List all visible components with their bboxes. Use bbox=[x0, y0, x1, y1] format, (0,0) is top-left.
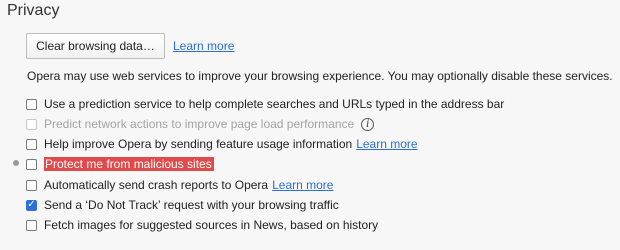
bullet-marker bbox=[13, 160, 19, 166]
option-predict-network-actions: Predict network actions to improve page … bbox=[26, 115, 375, 133]
crash-reports-checkbox[interactable] bbox=[26, 179, 37, 191]
privacy-description: Opera may use web services to improve yo… bbox=[27, 69, 613, 83]
option-malicious-sites[interactable]: Protect me from malicious sites bbox=[26, 155, 214, 173]
privacy-settings-page: Privacy Clear browsing data… Learn more … bbox=[0, 0, 620, 250]
option-label: Help improve Opera by sending feature us… bbox=[44, 137, 353, 151]
clear-browsing-data-button[interactable]: Clear browsing data… bbox=[26, 33, 165, 59]
option-label: Automatically send crash reports to Oper… bbox=[44, 178, 269, 192]
malicious-sites-checkbox[interactable] bbox=[26, 158, 37, 170]
prediction-service-checkbox[interactable] bbox=[26, 98, 37, 110]
feature-usage-checkbox[interactable] bbox=[26, 138, 37, 150]
fetch-images-checkbox[interactable] bbox=[26, 219, 37, 231]
option-label: Use a prediction service to help complet… bbox=[44, 97, 505, 111]
info-icon[interactable]: i bbox=[361, 117, 375, 131]
clear-browsing-learn-more-link[interactable]: Learn more bbox=[173, 39, 234, 53]
section-title: Privacy bbox=[7, 2, 60, 19]
option-crash-reports[interactable]: Automatically send crash reports to Oper… bbox=[26, 176, 333, 194]
option-label: Protect me from malicious sites bbox=[44, 157, 214, 171]
do-not-track-checkbox[interactable]: ✓ bbox=[26, 199, 37, 211]
option-do-not-track[interactable]: ✓ Send a ‘Do Not Track’ request with you… bbox=[26, 196, 339, 214]
predict-network-checkbox bbox=[26, 118, 37, 130]
feature-usage-learn-more-link[interactable]: Learn more bbox=[356, 137, 417, 151]
option-label: Predict network actions to improve page … bbox=[44, 117, 355, 131]
crash-reports-learn-more-link[interactable]: Learn more bbox=[272, 178, 333, 192]
option-label: Send a ‘Do Not Track’ request with your … bbox=[44, 198, 339, 212]
option-feature-usage[interactable]: Help improve Opera by sending feature us… bbox=[26, 135, 418, 153]
option-prediction-service[interactable]: Use a prediction service to help complet… bbox=[26, 95, 504, 113]
option-label: Fetch images for suggested sources in Ne… bbox=[44, 218, 379, 232]
checkmark-icon: ✓ bbox=[27, 199, 36, 210]
option-fetch-images[interactable]: Fetch images for suggested sources in Ne… bbox=[26, 216, 378, 234]
